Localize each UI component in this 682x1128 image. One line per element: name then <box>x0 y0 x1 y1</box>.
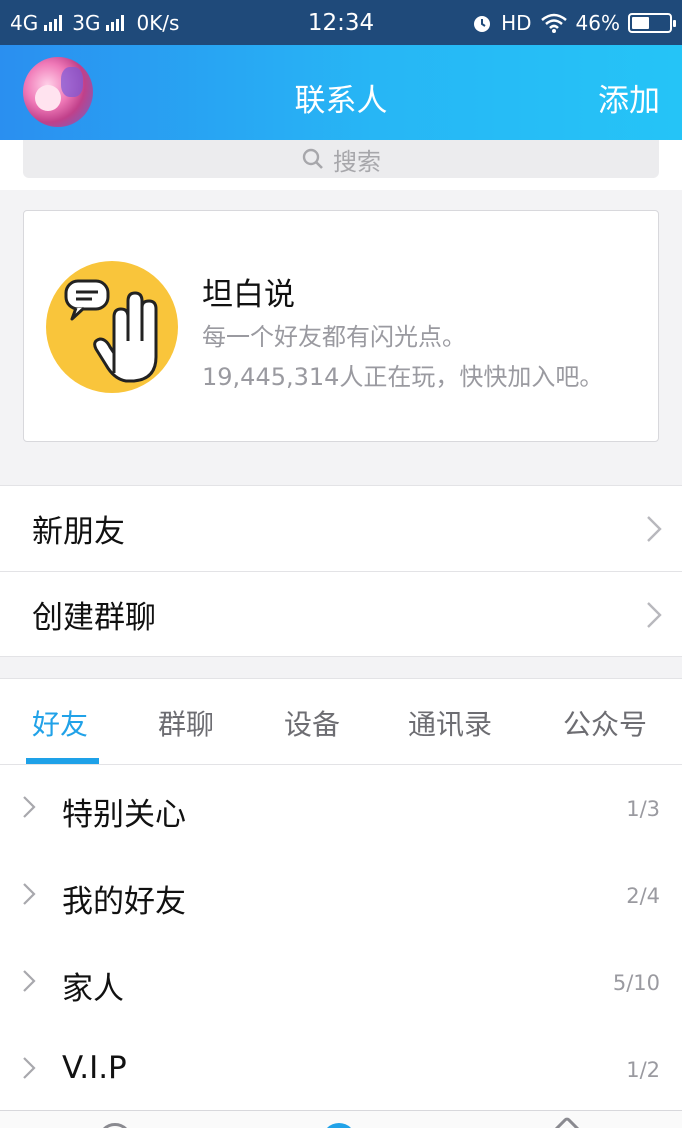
messages-tab-icon[interactable] <box>98 1123 132 1128</box>
status-bar: 4G 3G 0K/s 12:34 HD 46% <box>0 0 682 45</box>
new-friends-label: 新朋友 <box>32 514 125 550</box>
chevron-right-icon <box>647 516 662 542</box>
group-row-family[interactable]: 家人 5/10 <box>0 939 682 1026</box>
group-name: 我的好友 <box>62 884 186 920</box>
group-row-special[interactable]: 特别关心 1/3 <box>0 765 682 852</box>
banner-title: 坦白说 <box>202 277 295 313</box>
create-group-row[interactable]: 创建群聊 <box>0 571 682 657</box>
chevron-right-icon <box>23 883 36 905</box>
new-friends-row[interactable]: 新朋友 <box>0 485 682 571</box>
banner-players: 19,445,314人正在玩，快快加入吧。 <box>202 363 604 391</box>
tab-address-book[interactable]: 通讯录 <box>408 703 492 743</box>
group-row-my-friends[interactable]: 我的好友 2/4 <box>0 852 682 939</box>
contacts-menu: 新朋友 创建群聊 <box>0 485 682 657</box>
banner-subtitle: 每一个好友都有闪光点。 <box>202 323 466 351</box>
network-speed: 0K/s <box>136 10 180 35</box>
battery-icon <box>628 12 676 33</box>
contact-tabs: 好友 群聊 设备 通讯录 公众号 <box>0 678 682 765</box>
app-header: 联系人 添加 <box>0 45 682 140</box>
signal-icon-2 <box>106 14 125 31</box>
battery-fill <box>632 16 649 29</box>
chevron-right-icon <box>23 1057 36 1079</box>
group-name: 特别关心 <box>62 797 186 833</box>
add-button[interactable]: 添加 <box>598 75 660 120</box>
alarm-icon <box>474 15 491 32</box>
group-count: 1/3 <box>626 797 660 821</box>
group-name: 家人 <box>62 971 124 1007</box>
group-count: 2/4 <box>626 884 660 908</box>
tab-devices[interactable]: 设备 <box>284 703 340 743</box>
tab-groups[interactable]: 群聊 <box>158 703 214 743</box>
search-input[interactable]: 搜索 <box>23 140 659 178</box>
chevron-right-icon <box>23 970 36 992</box>
group-row-vip[interactable]: V.I.P 1/2 <box>0 1026 682 1113</box>
friend-groups: 特别关心 1/3 我的好友 2/4 家人 5/10 V.I.P 1/2 <box>0 765 682 1110</box>
chevron-right-icon <box>23 796 36 818</box>
network-3g-label: 3G <box>72 10 101 35</box>
tab-official-accounts[interactable]: 公众号 <box>563 703 647 743</box>
status-right: HD 46% <box>471 10 676 35</box>
create-group-label: 创建群聊 <box>32 599 156 636</box>
confession-hand-icon <box>46 261 178 393</box>
page-title: 联系人 <box>294 83 388 119</box>
search-area: 搜索 <box>0 140 682 190</box>
hd-label: HD <box>501 10 532 35</box>
group-name: V.I.P <box>62 1050 127 1086</box>
discover-tab-icon[interactable] <box>542 1115 592 1128</box>
status-left: 4G 3G 0K/s <box>10 11 179 35</box>
search-placeholder: 搜索 <box>333 147 381 176</box>
confession-banner[interactable]: 坦白说 每一个好友都有闪光点。 19,445,314人正在玩，快快加入吧。 <box>23 210 659 442</box>
chevron-right-icon <box>647 602 662 628</box>
bottom-nav <box>0 1110 682 1128</box>
signal-icon <box>44 14 63 31</box>
battery-percent: 46% <box>575 10 620 35</box>
network-4g-label: 4G <box>10 10 39 35</box>
wifi-icon <box>540 13 567 33</box>
search-icon <box>302 148 323 169</box>
contacts-tab-icon[interactable] <box>322 1123 356 1128</box>
group-count: 5/10 <box>612 971 660 995</box>
group-count: 1/2 <box>626 1058 660 1082</box>
tab-friends[interactable]: 好友 <box>32 703 88 743</box>
active-tab-indicator <box>26 758 99 764</box>
